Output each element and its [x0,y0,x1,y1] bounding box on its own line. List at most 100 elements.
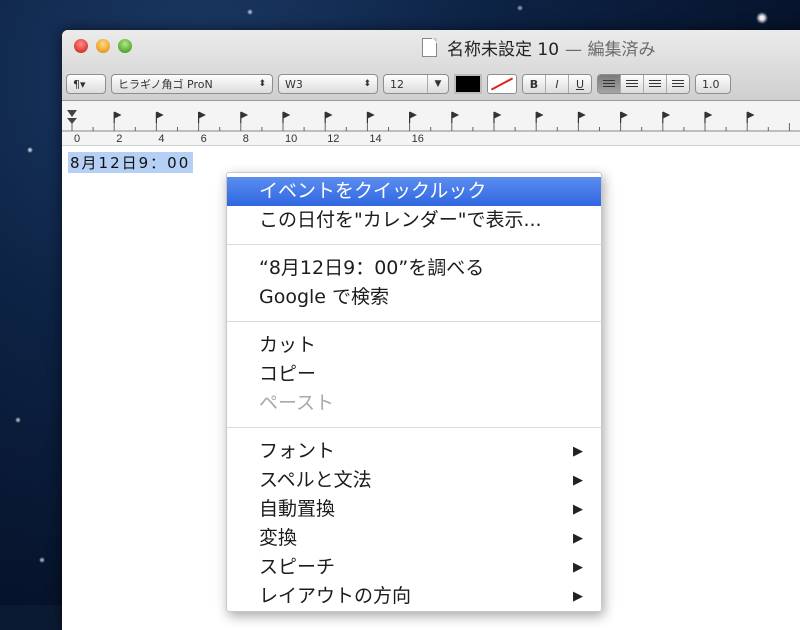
line-spacing-value: 1.0 [702,77,720,91]
ruler-label: 6 [201,133,207,145]
text-style-segment: B I U [522,74,592,94]
menu-item-label: この日付を"カレンダー"で表示... [259,209,542,231]
italic-button[interactable]: I [546,75,569,93]
menu-item-label: レイアウトの方向 [259,585,412,607]
align-right-icon [649,79,661,89]
alignment-segment [597,74,690,94]
menu-item[interactable]: Google で検索 [227,283,601,312]
ruler-label: 10 [285,133,297,145]
tab-stop-icon[interactable] [577,111,586,123]
menu-item-label: 自動置換 [259,498,336,520]
paragraph-style-button[interactable]: ¶▾ [66,74,106,94]
font-family-value: ヒラギノ角ゴ ProN [118,78,213,91]
ruler-label: 16 [412,133,424,145]
context-menu: イベントをクイックルックこの日付を"カレンダー"で表示... “8月12日9：00… [226,172,602,612]
menu-item-label: スピーチ [259,556,336,578]
format-toolbar: ¶▾ ヒラギノ角ゴ ProN ⬍ W3 ⬍ 12 ▼ B I U 1.0 [66,73,800,95]
tab-stop-icon[interactable] [324,111,333,123]
menu-item: ペースト [227,389,601,418]
font-weight-select[interactable]: W3 ⬍ [278,74,378,94]
window-title-text: 名称未設定 10 [447,40,560,60]
ruler-label: 0 [74,133,80,145]
tab-stop-icon[interactable] [113,111,122,123]
select-arrows-icon: ⬍ [258,79,266,89]
document-icon [422,38,437,57]
menu-separator [227,321,601,322]
menu-item[interactable]: 変換 ▶ [227,524,601,553]
submenu-arrow-icon: ▶ [573,560,583,575]
align-left-icon [603,79,615,89]
ruler-label: 2 [116,133,122,145]
menu-item[interactable]: コピー [227,360,601,389]
submenu-arrow-icon: ▶ [573,444,583,459]
tab-stop-icon[interactable] [240,111,249,123]
menu-item[interactable]: スペルと文法 ▶ [227,466,601,495]
menu-item[interactable]: カット [227,331,601,360]
tab-stop-icon[interactable] [620,111,628,123]
menu-item-label: コピー [259,363,317,385]
submenu-arrow-icon: ▶ [573,531,583,546]
paragraph-style-label: ¶▾ [73,77,86,91]
menu-item[interactable]: イベントをクイックルック [227,177,601,206]
menu-item[interactable]: “8月12日9：00”を調べる [227,254,601,283]
menu-item[interactable]: レイアウトの方向 ▶ [227,582,601,611]
align-justify-button[interactable] [667,75,689,93]
ruler-label: 12 [327,133,339,145]
close-window-button[interactable] [74,39,88,53]
ruler-label: 4 [158,133,164,145]
tab-stop-icon[interactable] [282,111,291,123]
bold-button[interactable]: B [523,75,546,93]
menu-separator [227,244,601,245]
window-edited-status: — 編集済み [565,40,656,60]
menu-item-label: イベントをクイックルック [259,180,487,202]
menu-item-label: カット [259,334,317,356]
align-justify-icon [672,79,684,89]
indent-marker-icon[interactable] [67,110,77,124]
ruler-label: 8 [243,133,249,145]
tab-stop-icon[interactable] [451,111,460,123]
menu-item-label: 変換 [259,527,298,549]
tab-stop-icon[interactable] [198,111,206,123]
menu-item[interactable]: フォント ▶ [227,437,601,466]
align-center-icon [626,79,638,89]
text-color-well[interactable] [454,74,482,94]
font-size-combo[interactable]: 12 ▼ [383,74,449,94]
menu-item[interactable]: スピーチ ▶ [227,553,601,582]
tab-stop-icon[interactable] [366,111,375,123]
align-right-button[interactable] [644,75,667,93]
select-arrows-icon: ⬍ [363,79,371,89]
ruler[interactable]: 0 2 4 6 8 10 12 14 16 [62,101,800,146]
ruler-label: 14 [369,133,381,145]
line-spacing-select[interactable]: 1.0 [695,74,731,94]
submenu-arrow-icon: ▶ [573,473,583,488]
selected-date-text[interactable]: 8月12日9：00 [68,152,194,173]
tab-stop-icon[interactable] [155,111,164,123]
submenu-arrow-icon: ▶ [573,589,583,604]
minimize-window-button[interactable] [96,39,110,53]
ruler-scale: 0 2 4 6 8 10 12 14 16 [62,110,800,145]
menu-item-label: Google で検索 [259,286,390,308]
font-weight-value: W3 [285,77,303,91]
tab-stop-icon[interactable] [662,111,671,123]
zoom-window-button[interactable] [118,39,132,53]
align-left-button[interactable] [598,75,621,93]
tab-stop-icon[interactable] [409,111,417,123]
menu-item-label: スペルと文法 [259,469,372,491]
align-center-button[interactable] [621,75,644,93]
submenu-arrow-icon: ▶ [573,502,583,517]
menu-separator [227,427,601,428]
font-family-select[interactable]: ヒラギノ角ゴ ProN ⬍ [111,74,273,94]
chevron-down-icon[interactable]: ▼ [427,75,448,93]
menu-item-label: フォント [259,440,336,462]
menu-item[interactable]: 自動置換 ▶ [227,495,601,524]
menu-item-label: ペースト [259,392,335,414]
underline-button[interactable]: U [569,75,591,93]
tab-stop-icon[interactable] [704,111,713,123]
highlight-color-well[interactable] [487,74,517,94]
tab-stop-icon[interactable] [493,111,502,123]
title-bar: 名称未設定 10 — 編集済み ¶▾ ヒラギノ角ゴ ProN ⬍ W3 ⬍ 12… [62,30,800,101]
menu-item[interactable]: この日付を"カレンダー"で表示... [227,206,601,235]
tab-stop-icon[interactable] [535,111,544,123]
tab-stop-icon[interactable] [746,111,755,123]
window-title: 名称未設定 10 — 編集済み [422,35,655,60]
